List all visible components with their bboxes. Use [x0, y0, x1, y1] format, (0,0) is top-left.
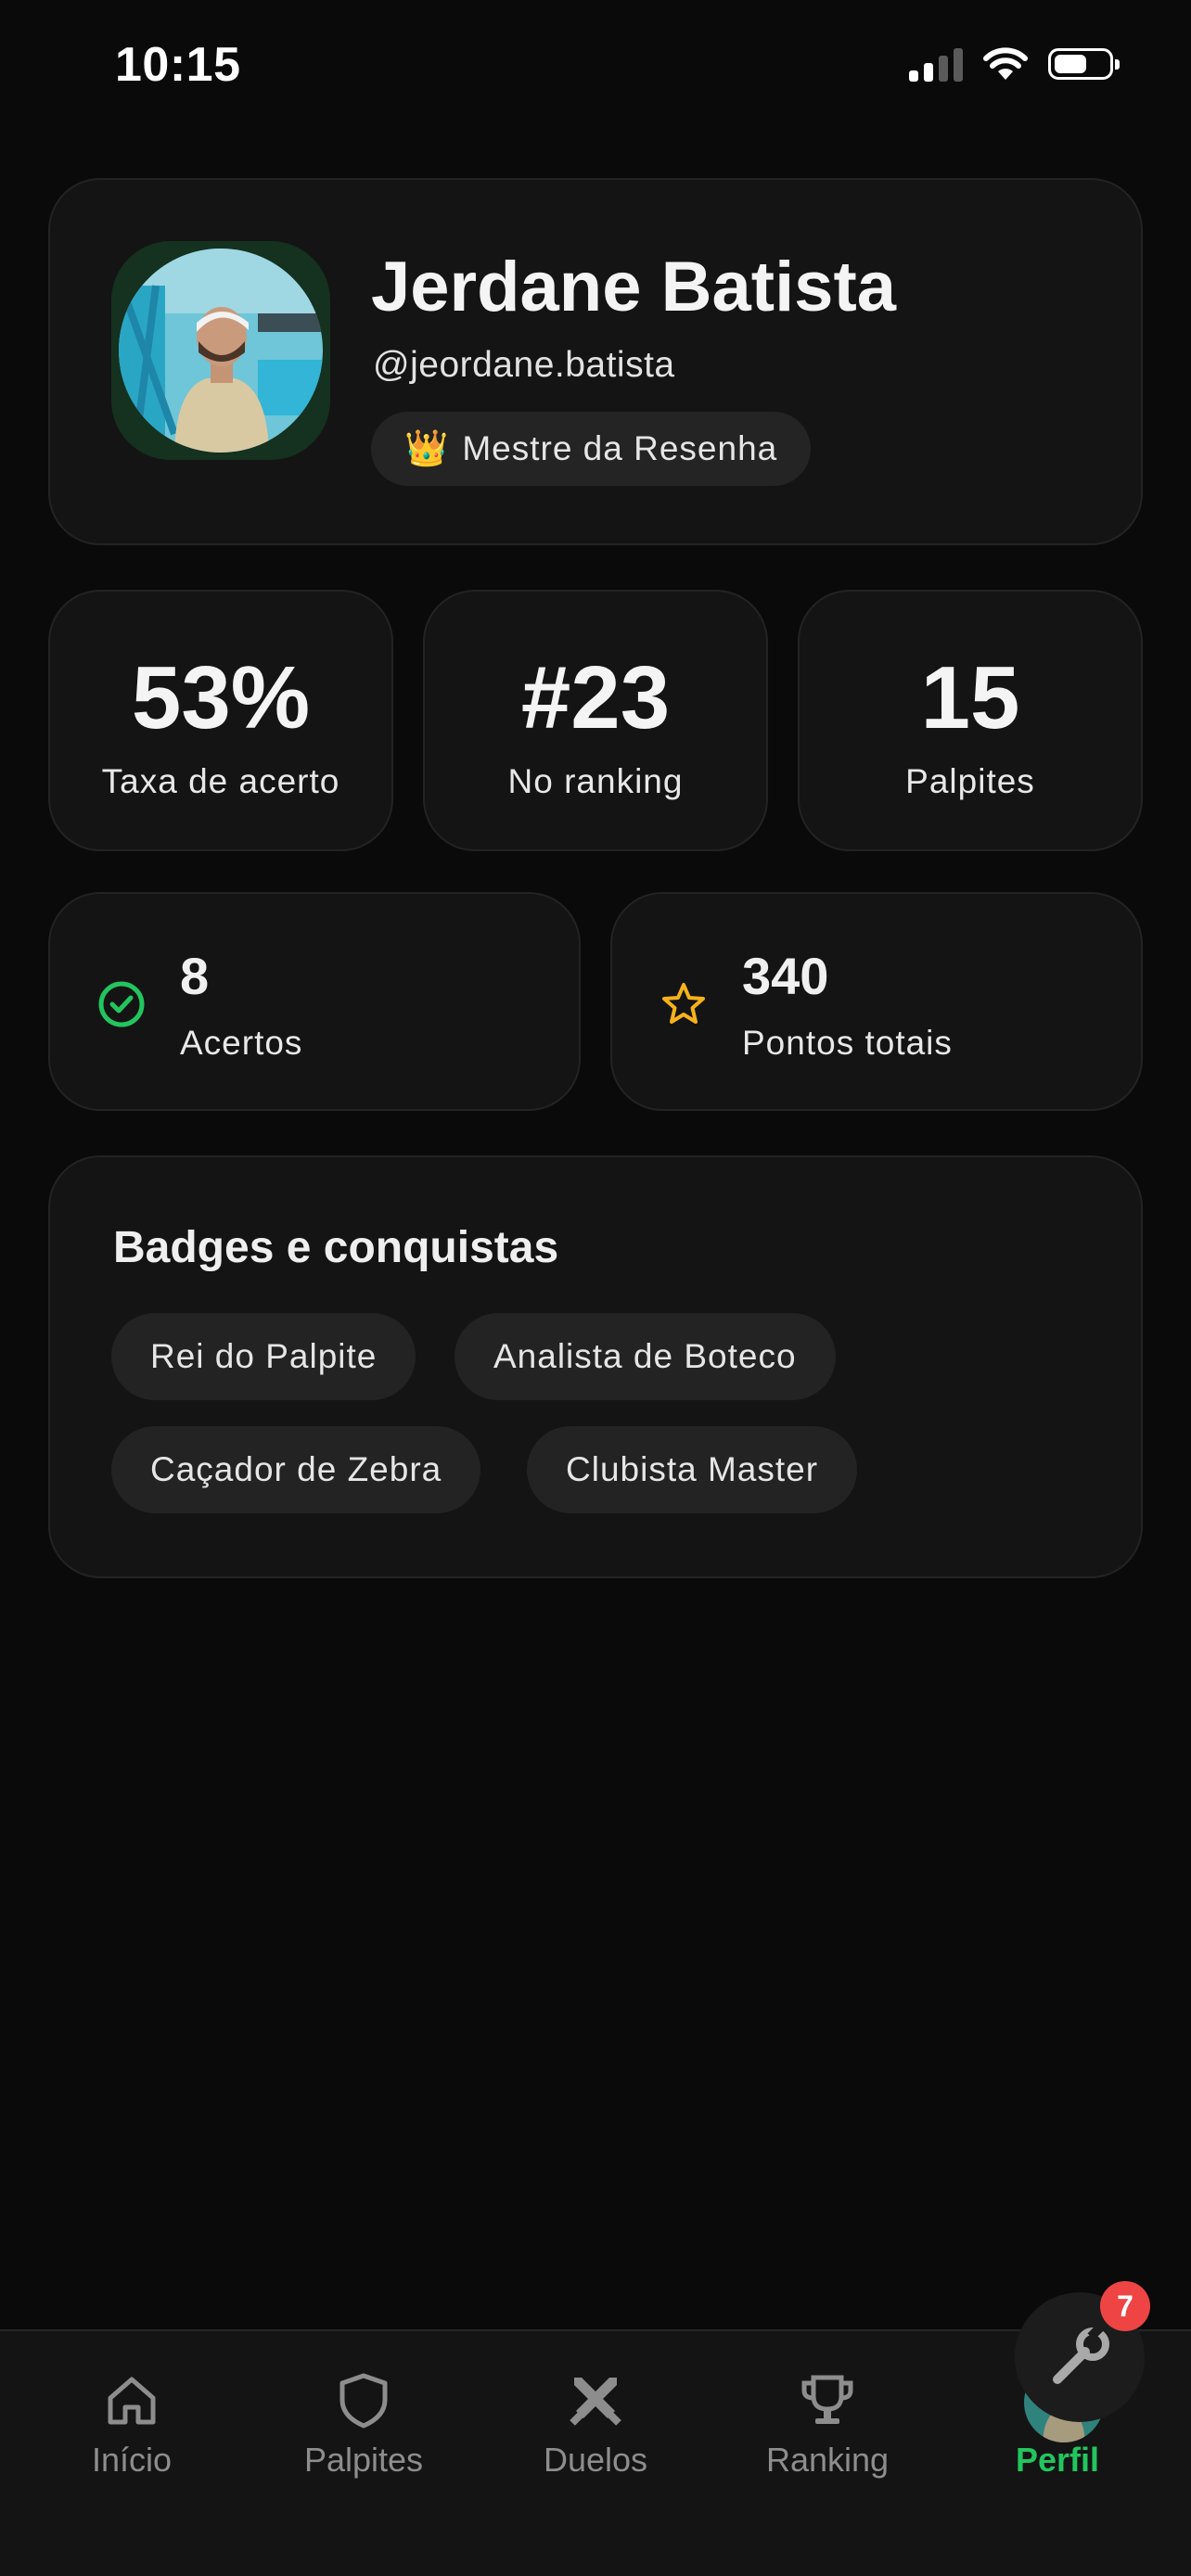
- status-time: 10:15: [115, 38, 241, 92]
- stat-label: No ranking: [507, 762, 684, 800]
- mini-stat-label: Acertos: [180, 1024, 303, 1062]
- status-icons: [909, 46, 1120, 82]
- tab-ranking[interactable]: Ranking: [735, 2368, 920, 2480]
- check-circle-icon: [98, 981, 145, 1027]
- badge-chip[interactable]: Rei do Palpite: [111, 1313, 416, 1400]
- mini-stat-label: Pontos totais: [742, 1024, 953, 1062]
- avatar-frame: [111, 241, 330, 460]
- stat-value: #23: [520, 648, 671, 747]
- profile-card: Jerdane Batista @jeordane.batista 👑 Mest…: [48, 178, 1143, 545]
- badge-chip[interactable]: Analista de Boteco: [455, 1313, 836, 1400]
- crown-icon: 👑: [404, 429, 450, 468]
- notification-badge: 7: [1100, 2281, 1150, 2331]
- mini-card-acertos: 8 Acertos: [48, 892, 581, 1111]
- tab-label: Início: [91, 2441, 173, 2479]
- profile-title-label: Mestre da Resenha: [462, 429, 778, 467]
- home-icon: [108, 2377, 156, 2425]
- tab-duelos[interactable]: Duelos: [503, 2368, 688, 2480]
- mini-card-pontos: 340 Pontos totais: [610, 892, 1143, 1111]
- mini-stat-value: 340: [742, 947, 829, 1005]
- tab-label: Duelos: [543, 2441, 648, 2479]
- badge-chip[interactable]: Caçador de Zebra: [111, 1426, 481, 1513]
- stat-label: Palpites: [905, 762, 1035, 800]
- crossed-swords-icon: [570, 2378, 621, 2426]
- cellular-signal-icon: [909, 46, 963, 82]
- profile-handle: @jeordane.batista: [373, 345, 675, 385]
- stat-value: 15: [920, 648, 1020, 747]
- stat-card-accuracy: 53% Taxa de acerto: [48, 590, 393, 851]
- avatar[interactable]: [119, 249, 323, 453]
- stat-label: Taxa de acerto: [101, 762, 340, 800]
- tab-label: Palpites: [303, 2441, 424, 2479]
- shield-icon: [339, 2373, 388, 2429]
- stat-card-palpites: 15 Palpites: [798, 590, 1143, 851]
- wrench-icon: [1053, 2324, 1109, 2384]
- wifi-icon: [983, 47, 1028, 80]
- badge-chip[interactable]: Clubista Master: [527, 1426, 858, 1513]
- trophy-icon: [801, 2375, 853, 2424]
- mini-stat-value: 8: [180, 947, 210, 1005]
- battery-icon: [1048, 48, 1120, 80]
- stat-card-ranking: #23 No ranking: [423, 590, 768, 851]
- tab-inicio[interactable]: Início: [39, 2368, 224, 2480]
- profile-name: Jerdane Batista: [371, 248, 897, 326]
- star-icon: [662, 983, 705, 1024]
- tab-label: Ranking: [765, 2441, 890, 2479]
- tools-fab[interactable]: 7: [1015, 2281, 1150, 2422]
- badges-title: Badges e conquistas: [113, 1223, 559, 1272]
- tab-label: Perfil: [1015, 2441, 1100, 2479]
- bottom-tab-bar: Início Palpites Duelos Ranking Perfil: [0, 2329, 1191, 2576]
- status-bar: 10:15: [0, 0, 1191, 130]
- badges-card: Badges e conquistas Rei do Palpite Anali…: [48, 1155, 1143, 1578]
- profile-title-chip: 👑 Mestre da Resenha: [371, 412, 812, 486]
- stat-value: 53%: [131, 648, 311, 747]
- tab-palpites[interactable]: Palpites: [271, 2368, 456, 2480]
